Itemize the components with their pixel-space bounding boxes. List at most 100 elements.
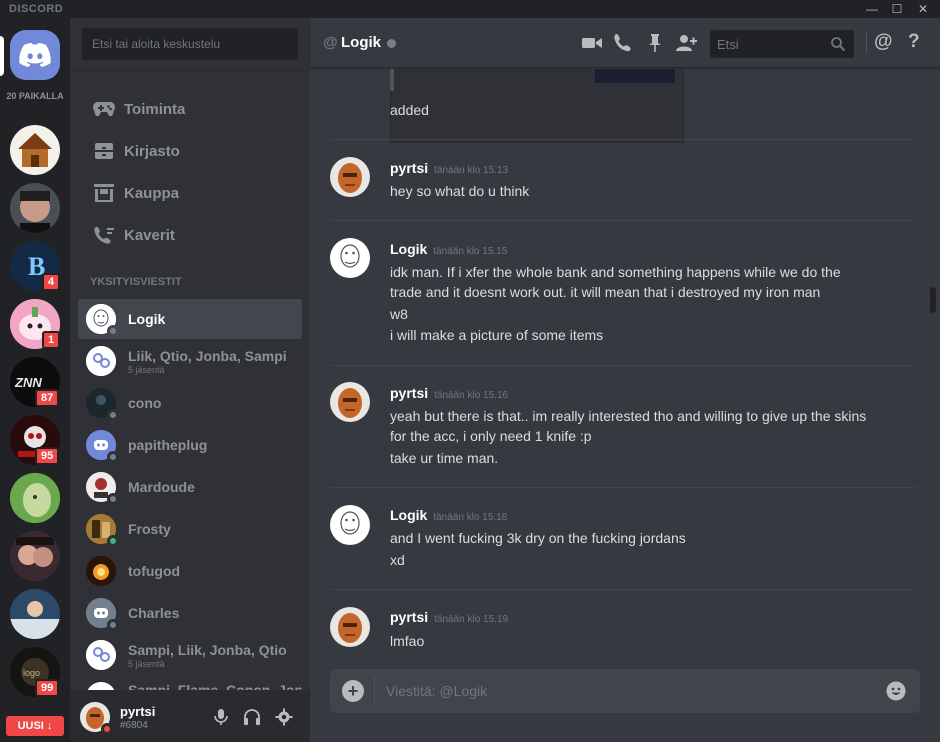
nav-label: Kauppa bbox=[124, 184, 180, 202]
avatar bbox=[86, 514, 119, 547]
avatar bbox=[86, 556, 116, 586]
meme-face-icon bbox=[330, 238, 370, 278]
store-icon bbox=[84, 183, 124, 203]
dm-name: Frosty bbox=[128, 521, 171, 537]
unread-badge: 95 bbox=[35, 447, 60, 465]
dm-item-group[interactable]: Sampi, Liik, Jonba, Qtio 5 jäsentä bbox=[78, 635, 302, 675]
upload-plus-icon[interactable]: + bbox=[342, 680, 364, 702]
message-author[interactable]: Logik bbox=[390, 507, 427, 523]
nav-label: Kaverit bbox=[124, 226, 175, 244]
avatar bbox=[86, 640, 116, 670]
dm-item-group[interactable]: Sampi, Flame, Conon, Jonba bbox=[78, 677, 302, 690]
guild-icon[interactable] bbox=[10, 473, 60, 523]
message-divider bbox=[330, 589, 916, 590]
dm-item-mardoude[interactable]: Mardoude bbox=[78, 467, 302, 507]
chat-header: @ Logik Etsi @ ? bbox=[310, 18, 940, 68]
headphones-icon[interactable] bbox=[243, 708, 261, 726]
search-icon bbox=[831, 37, 846, 52]
new-unreads-button[interactable]: UUSI ↓ bbox=[6, 716, 64, 736]
avatar[interactable] bbox=[330, 238, 370, 278]
nav-library[interactable]: Kirjasto bbox=[78, 131, 302, 171]
group-icon bbox=[86, 346, 116, 376]
message-text: idk man. If i xfer the whole bank and so… bbox=[390, 264, 841, 280]
channel-name: Logik bbox=[341, 34, 381, 51]
guild-icon[interactable] bbox=[10, 183, 60, 233]
status-indicator bbox=[107, 409, 119, 421]
status-indicator bbox=[387, 39, 396, 48]
scrollbar[interactable] bbox=[930, 287, 936, 313]
selected-indicator bbox=[0, 36, 4, 76]
unread-badge: 87 bbox=[35, 389, 60, 407]
guild-icon[interactable] bbox=[10, 531, 60, 581]
message-text: for the acc, i only need 1 knife :p bbox=[390, 428, 592, 444]
message-text: take ur time man. bbox=[390, 450, 499, 466]
message-text: xd bbox=[390, 552, 405, 568]
photo-icon bbox=[10, 531, 60, 581]
avatar[interactable] bbox=[330, 382, 370, 422]
status-indicator bbox=[107, 535, 119, 547]
close-button[interactable]: ✕ bbox=[912, 0, 934, 18]
dm-item-group[interactable]: Liik, Qtio, Jonba, Sampi 5 jäsentä bbox=[78, 341, 302, 381]
microphone-icon[interactable] bbox=[212, 708, 230, 726]
message-header: Logik tänään klo 15.15 bbox=[390, 241, 507, 257]
discord-logo-icon bbox=[19, 43, 51, 67]
nav-label: Kirjasto bbox=[124, 142, 180, 160]
dm-name: Liik, Qtio, Jonba, Sampi bbox=[128, 347, 287, 364]
guild-icon[interactable] bbox=[10, 589, 60, 639]
dm-name: Sampi, Flame, Conon, Jonba bbox=[128, 682, 302, 690]
fire-photo-icon bbox=[86, 556, 116, 586]
dm-sidebar: Etsi tai aloita keskustelu Toiminta Kirj… bbox=[70, 18, 310, 742]
search-input[interactable]: Etsi bbox=[710, 30, 854, 58]
dm-item-tofugod[interactable]: tofugod bbox=[78, 551, 302, 591]
nav-friends[interactable]: Kaverit bbox=[78, 215, 302, 255]
avatar[interactable] bbox=[330, 607, 370, 647]
message-author[interactable]: Logik bbox=[390, 241, 427, 257]
dm-search-input[interactable]: Etsi tai aloita keskustelu bbox=[82, 28, 298, 60]
dm-name: Mardoude bbox=[128, 479, 195, 495]
gear-icon[interactable] bbox=[275, 708, 293, 726]
message-text: yeah but there is that.. im really inter… bbox=[390, 408, 867, 424]
message-author[interactable]: pyrtsi bbox=[390, 385, 428, 401]
message-timestamp: tänään klo 15.13 bbox=[434, 165, 509, 176]
dm-item-papitheplug[interactable]: papitheplug bbox=[78, 425, 302, 465]
dm-item-logik[interactable]: Logik bbox=[78, 299, 302, 339]
avatar bbox=[86, 682, 116, 690]
maximize-button[interactable]: ☐ bbox=[886, 0, 908, 18]
message-input[interactable]: Viestitä: @Logik bbox=[386, 683, 487, 699]
pin-icon[interactable] bbox=[644, 33, 666, 53]
avatar bbox=[86, 388, 119, 421]
mentions-icon[interactable]: @ bbox=[874, 31, 893, 53]
message-timestamp: tänään klo 15.15 bbox=[433, 246, 508, 257]
username: pyrtsi bbox=[120, 704, 156, 719]
nav-activity[interactable]: Toiminta bbox=[78, 89, 302, 129]
title-bar: DISCORD — ☐ ✕ bbox=[0, 0, 940, 18]
divider bbox=[374, 677, 375, 705]
user-avatar-icon bbox=[330, 382, 370, 422]
chat-area: @ Logik Etsi @ ? added pyrtsi tänään klo … bbox=[310, 18, 940, 742]
dm-item-frosty[interactable]: Frosty bbox=[78, 509, 302, 549]
status-indicator bbox=[107, 619, 119, 631]
avatar[interactable] bbox=[330, 505, 370, 545]
nav-store[interactable]: Kauppa bbox=[78, 173, 302, 213]
section-title: YKSITYISVIESTIT bbox=[90, 276, 182, 288]
user-avatar-icon bbox=[330, 607, 370, 647]
video-call-icon[interactable] bbox=[581, 33, 603, 53]
message-author[interactable]: pyrtsi bbox=[390, 160, 428, 176]
unread-badge: 99 bbox=[35, 679, 60, 697]
avatar[interactable] bbox=[80, 702, 113, 735]
guild-icon[interactable] bbox=[10, 125, 60, 175]
group-icon bbox=[86, 640, 116, 670]
dm-name: Charles bbox=[128, 605, 180, 621]
phone-call-icon[interactable] bbox=[612, 33, 634, 53]
dm-item-charles[interactable]: Charles bbox=[78, 593, 302, 633]
emoji-icon[interactable] bbox=[886, 681, 906, 701]
avatar[interactable] bbox=[330, 157, 370, 197]
add-friend-icon[interactable] bbox=[675, 33, 697, 53]
nav-label: Toiminta bbox=[124, 100, 186, 118]
home-button[interactable] bbox=[10, 30, 60, 80]
message-author[interactable]: pyrtsi bbox=[390, 609, 428, 625]
help-icon[interactable]: ? bbox=[908, 31, 920, 53]
minimize-button[interactable]: — bbox=[861, 0, 883, 18]
user-avatar-icon bbox=[330, 157, 370, 197]
dm-item-cono[interactable]: cono bbox=[78, 383, 302, 423]
